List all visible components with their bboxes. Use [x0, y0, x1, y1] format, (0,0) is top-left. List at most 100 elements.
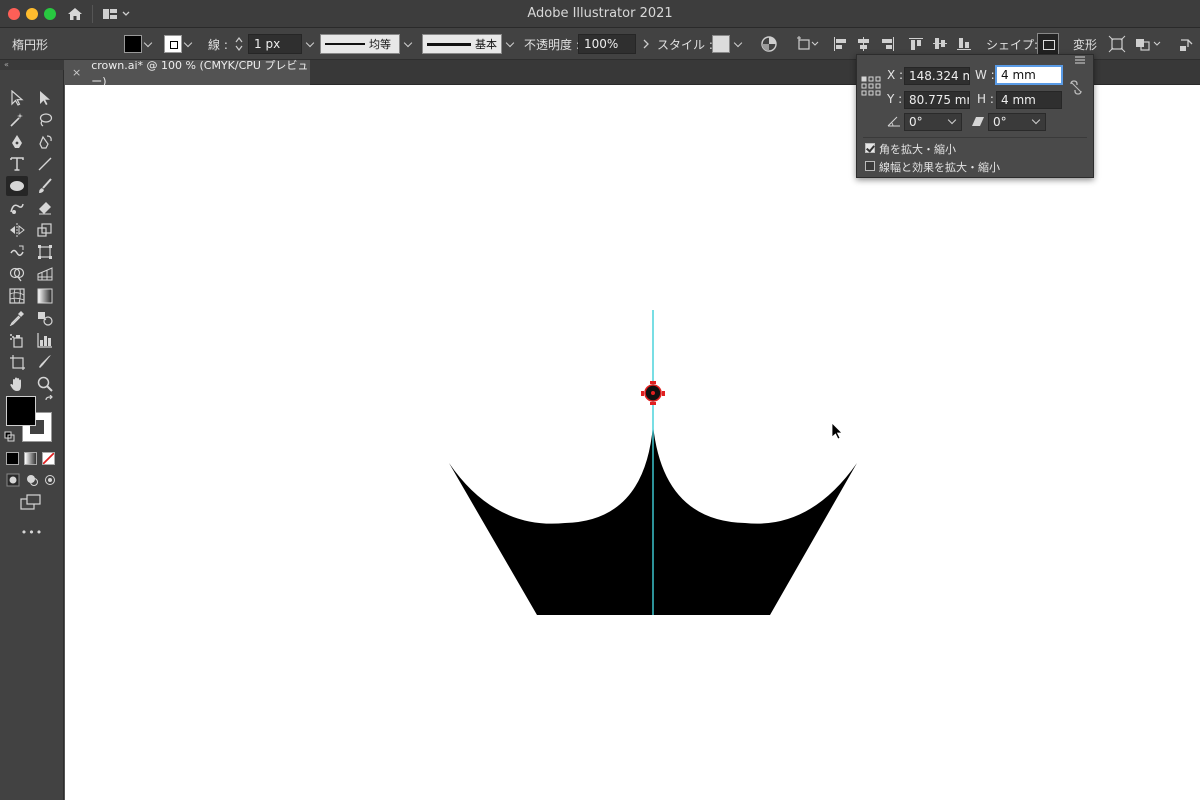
- artboard-tool-icon[interactable]: [6, 352, 28, 372]
- chevron-down-icon[interactable]: [946, 115, 958, 127]
- shear-angle-dropdown[interactable]: 0°: [988, 113, 1046, 131]
- divider: [863, 137, 1087, 138]
- fill-swatch[interactable]: [124, 35, 142, 53]
- scale-corners-label[interactable]: 角を拡大・縮小: [879, 141, 956, 157]
- scale-tool-icon[interactable]: [34, 220, 56, 240]
- direct-selection-tool-icon[interactable]: [34, 88, 56, 108]
- reflect-tool-icon[interactable]: [6, 220, 28, 240]
- paintbrush-tool-icon[interactable]: [34, 176, 56, 196]
- mesh-tool-icon[interactable]: [6, 286, 28, 306]
- workspace-switcher-icon[interactable]: [102, 6, 132, 22]
- window-minimize-button[interactable]: [26, 8, 38, 20]
- color-mode-icon[interactable]: [6, 452, 19, 465]
- blend-tool-icon[interactable]: [34, 308, 56, 328]
- artboard-canvas[interactable]: [65, 85, 1200, 800]
- shaper-tool-icon[interactable]: [6, 198, 28, 218]
- scale-corners-checkbox[interactable]: [865, 143, 875, 153]
- transform-each-icon[interactable]: [1108, 35, 1126, 53]
- chevron-right-icon[interactable]: [640, 38, 652, 50]
- y-position-input[interactable]: 80.775 mm: [904, 91, 970, 109]
- stroke-swatch[interactable]: [164, 35, 182, 53]
- stroke-weight-input[interactable]: 1 px: [248, 34, 302, 54]
- pen-tool-icon[interactable]: [6, 132, 28, 152]
- document-tab-label: crown.ai* @ 100 % (CMYK/CPU プレビュー): [91, 58, 309, 88]
- gradient-mode-icon[interactable]: [24, 452, 37, 465]
- gradient-tool-icon[interactable]: [34, 286, 56, 306]
- align-left-icon[interactable]: [832, 36, 848, 52]
- panel-collapse-handle[interactable]: «: [0, 60, 64, 70]
- opacity-label[interactable]: 不透明度 :: [524, 28, 580, 60]
- tab-close-button[interactable]: ×: [72, 66, 81, 79]
- symbol-sprayer-tool-icon[interactable]: [6, 330, 28, 350]
- warp-tool-icon[interactable]: [6, 242, 28, 262]
- line-segment-tool-icon[interactable]: [34, 154, 56, 174]
- magic-wand-tool-icon[interactable]: [6, 110, 28, 130]
- fill-color-swatch[interactable]: [6, 396, 36, 426]
- screen-mode-icon[interactable]: [20, 494, 42, 510]
- type-tool-icon[interactable]: [6, 154, 28, 174]
- stepper-arrows-icon[interactable]: [234, 35, 244, 53]
- hand-tool-icon[interactable]: [6, 374, 28, 394]
- eraser-tool-icon[interactable]: [34, 198, 56, 218]
- align-bottom-icon[interactable]: [956, 36, 972, 52]
- align-right-icon[interactable]: [880, 36, 896, 52]
- draw-behind-icon[interactable]: [25, 473, 39, 487]
- fill-color-control[interactable]: [124, 28, 154, 60]
- default-fill-stroke-icon[interactable]: [4, 431, 16, 443]
- draw-normal-icon[interactable]: [6, 473, 20, 487]
- home-icon[interactable]: [66, 5, 84, 23]
- popover-menu-icon[interactable]: [1073, 54, 1087, 66]
- zoom-tool-icon[interactable]: [34, 374, 56, 394]
- align-top-icon[interactable]: [908, 36, 924, 52]
- stroke-color-control[interactable]: [164, 28, 194, 60]
- free-transform-tool-icon[interactable]: [34, 242, 56, 262]
- opacity-input[interactable]: 100%: [578, 34, 636, 54]
- eyedropper-tool-icon[interactable]: [6, 308, 28, 328]
- shape-builder-tool-icon[interactable]: [6, 264, 28, 284]
- panel-menu-icon[interactable]: [1178, 35, 1196, 53]
- graphic-style-swatch[interactable]: [712, 35, 730, 53]
- align-to-icon[interactable]: [796, 35, 820, 53]
- width-input[interactable]: 4 mm: [996, 66, 1062, 84]
- chevron-down-icon[interactable]: [142, 38, 154, 50]
- align-vertical-center-icon[interactable]: [932, 36, 948, 52]
- document-tab[interactable]: × crown.ai* @ 100 % (CMYK/CPU プレビュー): [64, 59, 310, 88]
- align-horizontal-center-icon[interactable]: [856, 36, 872, 52]
- h-label: H :: [977, 92, 994, 106]
- chevron-down-icon[interactable]: [182, 38, 194, 50]
- slice-tool-icon[interactable]: [34, 352, 56, 372]
- reference-point-icon[interactable]: [861, 76, 881, 96]
- stroke-weight-stepper[interactable]: [234, 28, 244, 60]
- selected-ellipse[interactable]: [641, 381, 665, 405]
- separator: [92, 5, 93, 23]
- column-graph-tool-icon[interactable]: [34, 330, 56, 350]
- isolate-object-icon[interactable]: [1134, 35, 1162, 53]
- chevron-down-icon[interactable]: [304, 38, 316, 50]
- recolor-artwork-icon[interactable]: [760, 35, 778, 53]
- draw-inside-icon[interactable]: [43, 473, 57, 487]
- height-input[interactable]: 4 mm: [996, 91, 1062, 109]
- none-mode-icon[interactable]: [42, 452, 55, 465]
- x-position-input[interactable]: 148.324 m: [904, 67, 970, 85]
- perspective-grid-tool-icon[interactable]: [34, 264, 56, 284]
- window-maximize-button[interactable]: [44, 8, 56, 20]
- lasso-tool-icon[interactable]: [34, 110, 56, 130]
- variable-width-profile-dropdown[interactable]: 均等: [320, 34, 400, 54]
- selection-tool-icon[interactable]: [6, 88, 28, 108]
- swap-fill-stroke-icon[interactable]: [44, 395, 56, 407]
- ellipse-tool-icon[interactable]: [6, 176, 28, 196]
- constrain-proportions-icon[interactable]: [1068, 79, 1084, 95]
- chevron-down-icon[interactable]: [402, 38, 414, 50]
- rotate-angle-dropdown[interactable]: 0°: [904, 113, 962, 131]
- shape-properties-button[interactable]: [1037, 33, 1059, 55]
- scale-strokes-effects-label[interactable]: 線幅と効果を拡大・縮小: [879, 159, 1000, 175]
- curvature-tool-icon[interactable]: [34, 132, 56, 152]
- brush-definition-dropdown[interactable]: 基本: [422, 34, 502, 54]
- chevron-down-icon[interactable]: [1030, 115, 1042, 127]
- shear-angle-icon: [972, 117, 984, 126]
- chevron-down-icon[interactable]: [504, 38, 516, 50]
- scale-strokes-effects-checkbox[interactable]: [865, 161, 875, 171]
- edit-toolbar-button[interactable]: •••: [0, 526, 64, 539]
- chevron-down-icon[interactable]: [732, 38, 744, 50]
- window-close-button[interactable]: [8, 8, 20, 20]
